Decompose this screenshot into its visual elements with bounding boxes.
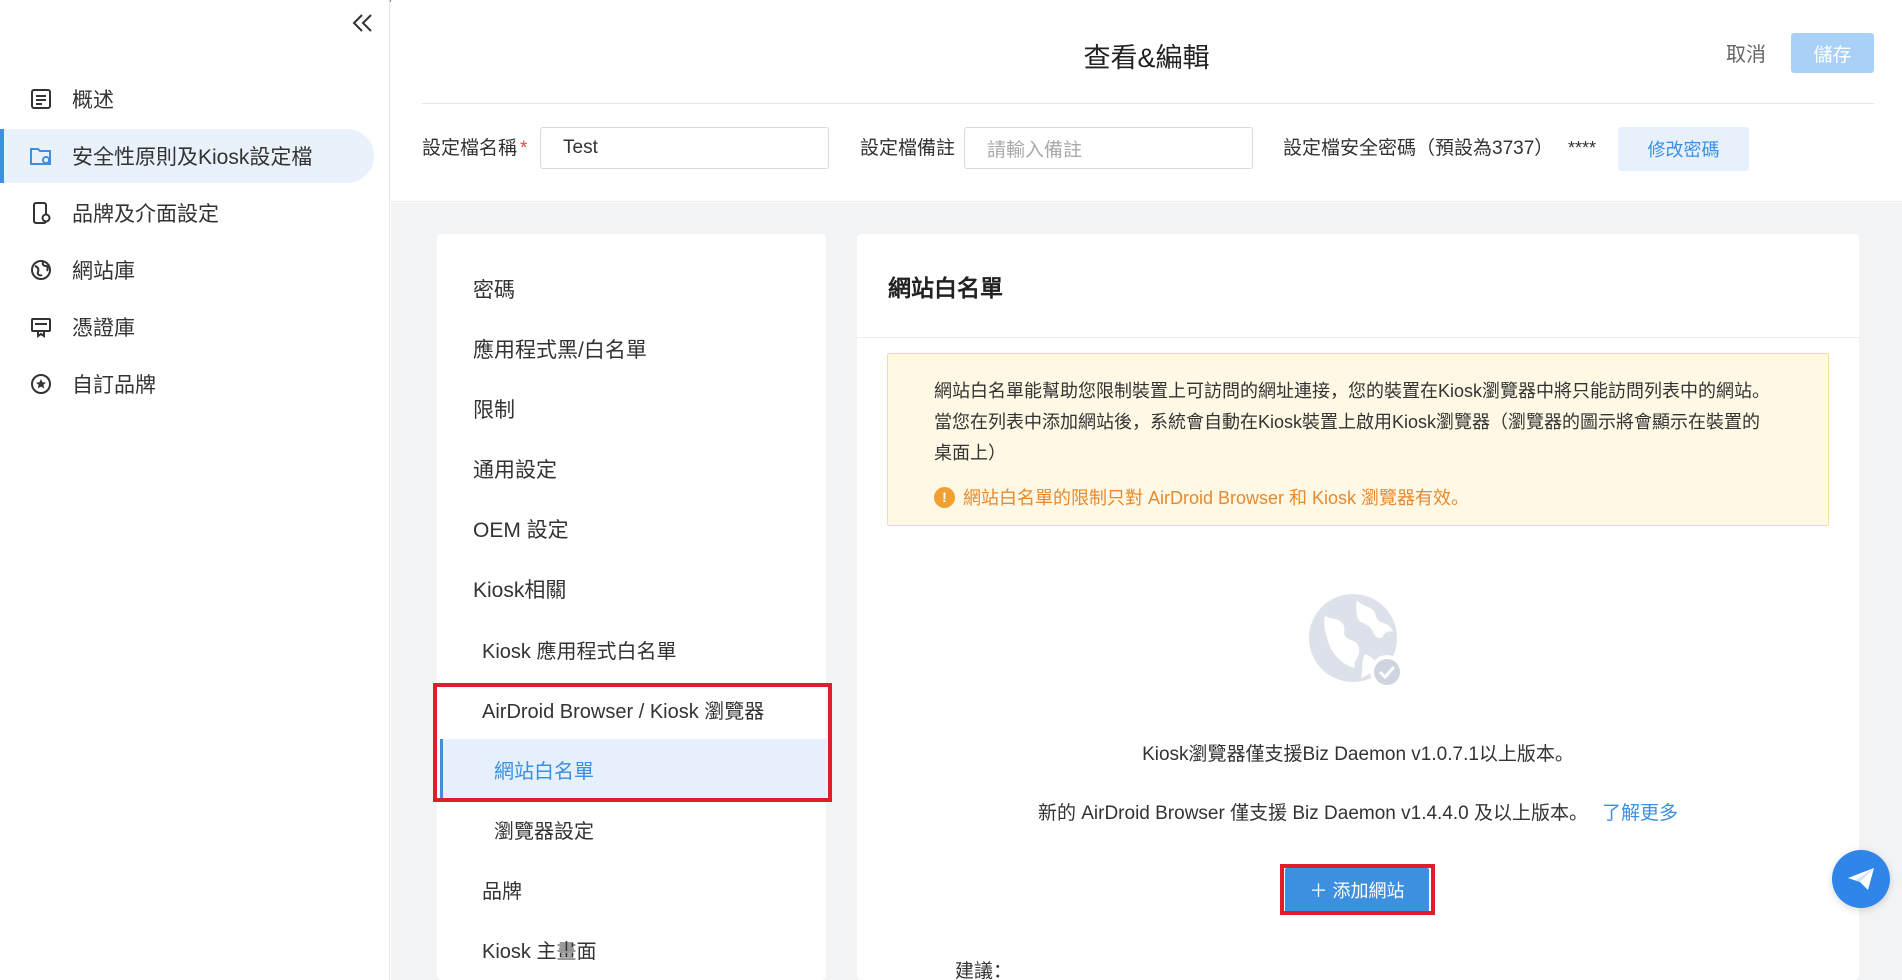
settings-item-browser-settings[interactable]: 瀏覽器設定 xyxy=(494,815,594,844)
sidebar-item-certificate-library[interactable]: 憑證庫 xyxy=(0,300,390,354)
device-settings-icon xyxy=(28,200,54,226)
notice-warning: ! 網站白名單的限制只對 AirDroid Browser 和 Kiosk 瀏覽… xyxy=(934,484,1469,510)
suggestion-label: 建議： xyxy=(955,961,1013,980)
divider xyxy=(857,337,1859,338)
settings-item-app-list[interactable]: 應用程式黑/白名單 xyxy=(473,334,647,364)
profile-note-label: 設定檔備註 xyxy=(860,138,956,159)
panel-title: 網站白名單 xyxy=(888,275,1003,301)
sidebar-item-brand-ui[interactable]: 品牌及介面設定 xyxy=(0,186,390,240)
profile-note-input[interactable]: 請輸入備註 xyxy=(964,127,1253,169)
divider xyxy=(422,103,1874,104)
notice-text: 當您在列表中添加網站後，系統會自動在Kiosk裝置上啟用Kiosk瀏覽器（瀏覽器… xyxy=(934,412,1761,432)
folder-settings-icon xyxy=(28,143,54,169)
sidebar-item-overview[interactable]: 概述 xyxy=(0,72,390,126)
sidebar-item-label: 概述 xyxy=(72,89,114,112)
star-circle-icon xyxy=(28,371,54,397)
sidebar-item-label: 安全性原則及Kiosk設定檔 xyxy=(72,146,313,169)
page-title: 查看&編輯 xyxy=(1083,43,1210,73)
sidebar-nav: 概述 安全性原則及Kiosk設定檔 品牌及介面設定 網站庫 憑證庫 自訂品牌 xyxy=(0,72,390,414)
change-password-button[interactable]: 修改密碼 xyxy=(1618,127,1749,171)
sidebar-item-label: 品牌及介面設定 xyxy=(72,203,219,226)
support-info: Kiosk瀏覽器僅支援Biz Daemon v1.0.7.1以上版本。 xyxy=(1142,744,1574,765)
sidebar-item-custom-brand[interactable]: 自訂品牌 xyxy=(0,357,390,411)
warning-text: 網站白名單的限制只對 AirDroid Browser 和 Kiosk 瀏覽器有… xyxy=(963,488,1470,508)
support-info-text: 新的 AirDroid Browser 僅支援 Biz Daemon v1.4.… xyxy=(1037,803,1589,824)
settings-item-kiosk-home[interactable]: Kiosk 主畫面 xyxy=(482,935,596,964)
notice-text: 桌面上） xyxy=(934,443,1006,463)
profile-name-label: 設定檔名稱 * xyxy=(422,133,527,160)
sidebar-item-website-library[interactable]: 網站庫 xyxy=(0,243,390,297)
highlight-box xyxy=(1280,864,1435,915)
sidebar-item-label: 網站庫 xyxy=(72,260,135,283)
security-password-label: 設定檔安全密碼（預設為3737） xyxy=(1283,138,1554,159)
send-icon xyxy=(1848,868,1874,890)
feedback-button[interactable] xyxy=(1832,850,1890,908)
password-mask: **** xyxy=(1568,138,1597,158)
profile-name-input[interactable]: Test xyxy=(540,127,829,169)
profile-name-label-text: 設定檔名稱 xyxy=(422,138,518,159)
notice-box: 網站白名單能幫助您限制裝置上可訪問的網址連接，您的裝置在Kiosk瀏覽器中將只能… xyxy=(887,353,1829,526)
settings-item-oem[interactable]: OEM 設定 xyxy=(473,514,569,544)
certificate-icon xyxy=(28,314,54,340)
required-mark: * xyxy=(520,138,528,159)
notice-text: 網站白名單能幫助您限制裝置上可訪問的網址連接，您的裝置在Kiosk瀏覽器中將只能… xyxy=(934,381,1771,401)
settings-menu-panel: 密碼 應用程式黑/白名單 限制 通用設定 OEM 設定 Kiosk相關 Kios… xyxy=(437,234,826,980)
settings-item-brand[interactable]: 品牌 xyxy=(482,875,522,904)
learn-more-link[interactable]: 了解更多 xyxy=(1602,803,1678,824)
document-list-icon xyxy=(28,86,54,112)
settings-item-password[interactable]: 密碼 xyxy=(473,274,515,304)
warning-icon: ! xyxy=(934,486,955,508)
save-button[interactable]: 儲存 xyxy=(1791,33,1874,73)
cancel-button[interactable]: 取消 xyxy=(1726,38,1766,67)
sidebar: 概述 安全性原則及Kiosk設定檔 品牌及介面設定 網站庫 憑證庫 自訂品牌 xyxy=(0,0,390,980)
sidebar-item-label: 自訂品牌 xyxy=(72,374,156,397)
sidebar-item-label: 憑證庫 xyxy=(72,317,135,340)
settings-item-kiosk-app-whitelist[interactable]: Kiosk 應用程式白名單 xyxy=(482,635,676,664)
settings-item-kiosk[interactable]: Kiosk相關 xyxy=(473,574,566,604)
globe-check-icon xyxy=(1307,592,1411,696)
highlight-box xyxy=(433,683,832,802)
support-info-browser: 新的 AirDroid Browser 僅支援 Biz Daemon v1.4.… xyxy=(857,798,1859,825)
collapse-sidebar-button[interactable] xyxy=(350,10,376,36)
settings-item-restrictions[interactable]: 限制 xyxy=(473,394,515,424)
double-chevron-left-icon xyxy=(352,14,372,32)
page-header: 查看&編輯 取消 儲存 設定檔名稱 * Test 設定檔備註 請輸入備註 設定檔安… xyxy=(391,0,1902,202)
globe-icon xyxy=(28,257,54,283)
settings-item-general[interactable]: 通用設定 xyxy=(473,454,557,484)
sidebar-item-security-policy[interactable]: 安全性原則及Kiosk設定檔 xyxy=(0,129,374,183)
